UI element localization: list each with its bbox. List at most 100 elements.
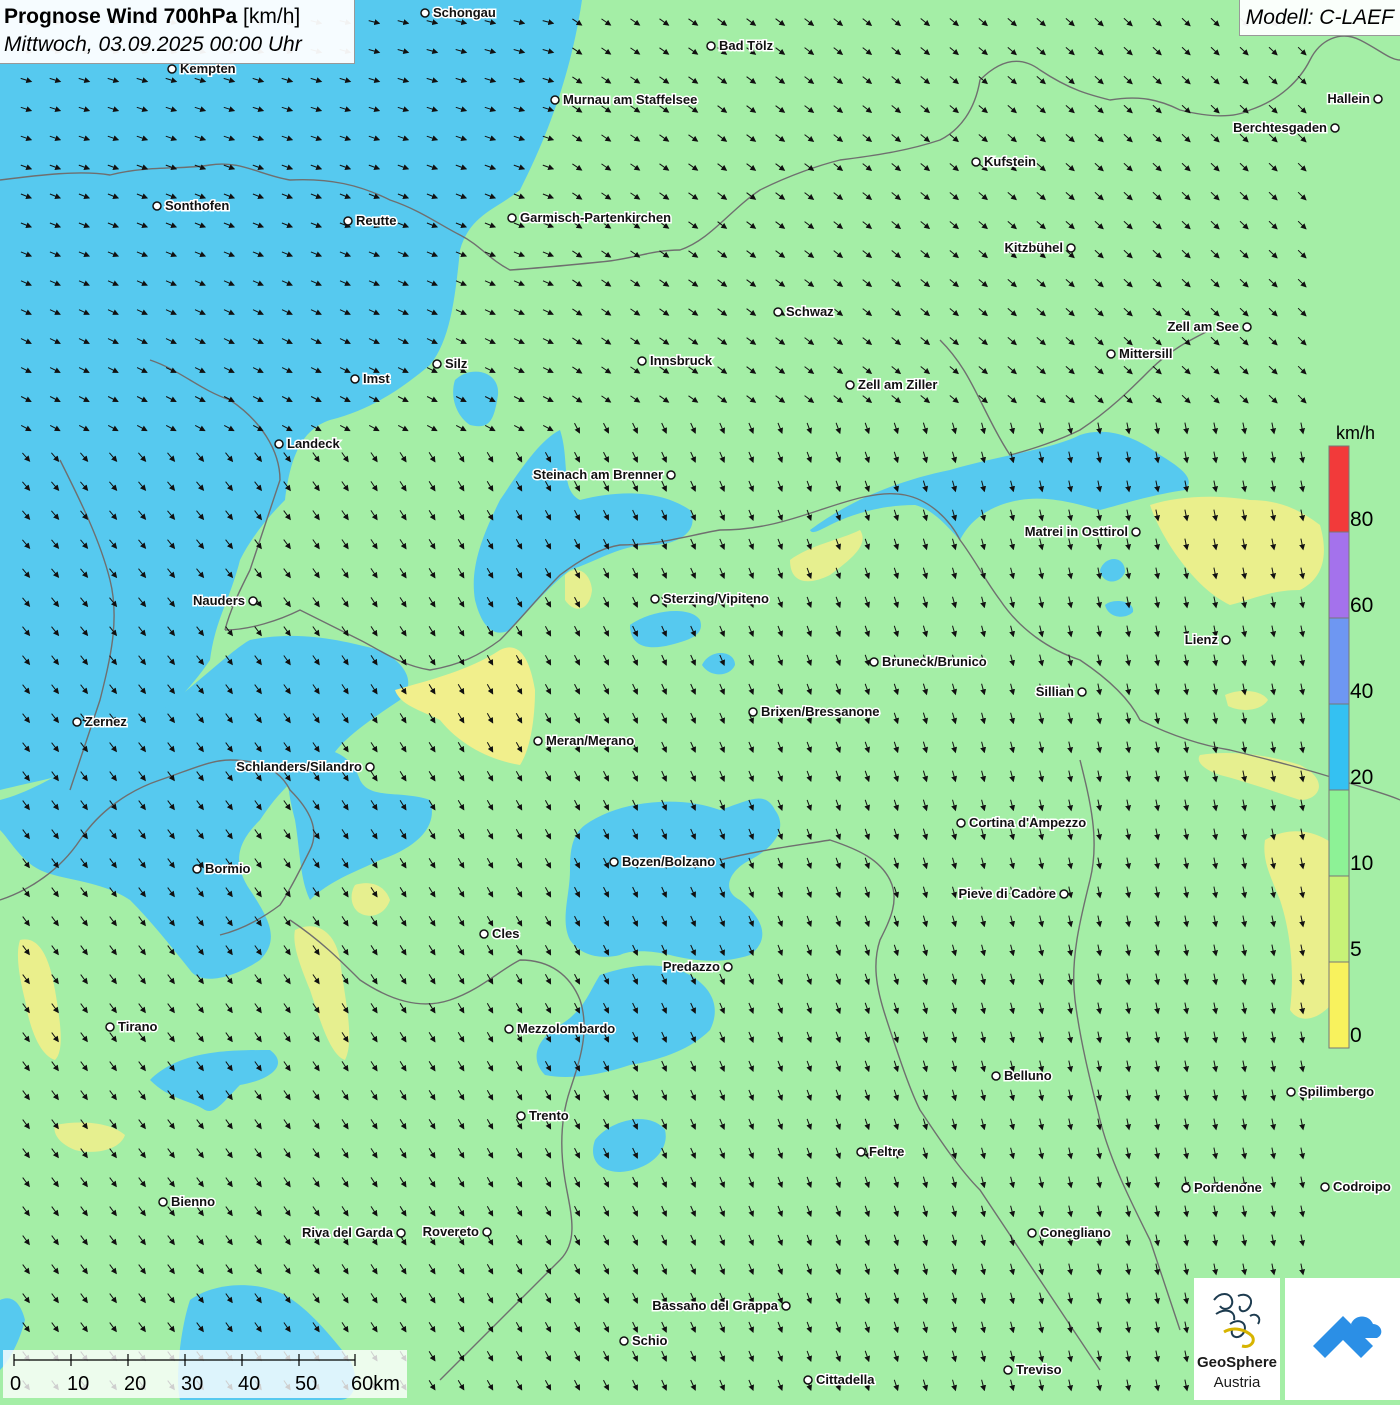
forecast-datetime: Mittwoch, 03.09.2025 00:00 Uhr <box>4 33 302 56</box>
city-dot <box>781 1301 791 1311</box>
city-label: Steinach am Brenner <box>533 467 663 482</box>
city-marker: Zell am See <box>1166 318 1252 336</box>
city-marker: Zell am Ziller <box>845 376 939 394</box>
legend-label: 20 <box>1350 766 1374 789</box>
city-dot <box>666 470 676 480</box>
city-label: Hallein <box>1327 91 1370 106</box>
city-dot <box>1059 889 1069 899</box>
city-marker: Pordenone <box>1181 1179 1263 1197</box>
city-dot <box>845 380 855 390</box>
city-label: Codroipo <box>1333 1179 1391 1194</box>
city-marker: Conegliano <box>1027 1224 1112 1242</box>
legend-swatch <box>1328 445 1350 533</box>
city-label: Conegliano <box>1040 1225 1111 1240</box>
legend-swatch <box>1328 531 1350 619</box>
city-dot <box>1286 1087 1296 1097</box>
city-marker: Sterzing/Vipiteno <box>650 590 770 608</box>
city-dot <box>1027 1228 1037 1238</box>
city-dot <box>1077 687 1087 697</box>
title-unit: [km/h] <box>243 5 301 28</box>
scale-bar <box>3 1350 407 1398</box>
city-dot <box>192 864 202 874</box>
legend-swatch <box>1328 875 1350 963</box>
city-dot <box>479 929 489 939</box>
city-label: Trento <box>529 1108 569 1123</box>
geosphere-emblem-icon <box>1213 1293 1261 1348</box>
city-label: Innsbruck <box>650 353 713 368</box>
city-label: Matrei in Osttirol <box>1025 524 1128 539</box>
city-dot <box>550 95 560 105</box>
city-dot <box>248 596 258 606</box>
city-label: Imst <box>363 371 390 386</box>
city-dot <box>1320 1182 1330 1192</box>
city-label: Reutte <box>356 213 396 228</box>
city-label: Kitzbühel <box>1005 240 1064 255</box>
legend-label: 10 <box>1350 852 1374 875</box>
scale-label: 10 <box>67 1373 90 1395</box>
city-label: Tirano <box>118 1019 158 1034</box>
city-label: Zell am Ziller <box>858 377 937 392</box>
city-dot <box>773 307 783 317</box>
city-dot <box>1330 123 1340 133</box>
city-dot <box>650 594 660 604</box>
scale-label: 60km <box>351 1373 400 1395</box>
city-label: Sterzing/Vipiteno <box>663 591 769 606</box>
city-dot <box>1221 635 1231 645</box>
city-label: Cortina d'Ampezzo <box>969 815 1086 830</box>
city-dot <box>1003 1365 1013 1375</box>
city-label: Pordenone <box>1194 1180 1262 1195</box>
city-label: Treviso <box>1016 1362 1062 1377</box>
map-title: Prognose Wind 700hPa [km/h] <box>4 5 300 29</box>
city-label: Kufstein <box>984 154 1036 169</box>
city-dot <box>637 356 647 366</box>
city-marker: Matrei in Osttirol <box>1023 523 1141 541</box>
geosphere-name: GeoSphere <box>1196 1354 1278 1371</box>
city-label: Bruneck/Brunico <box>882 654 987 669</box>
city-dot <box>72 717 82 727</box>
geosphere-country: Austria <box>1213 1374 1261 1391</box>
geosphere-logo: GeoSphere Austria <box>1194 1278 1280 1400</box>
city-label: Sonthofen <box>165 198 229 213</box>
city-marker: Schlanders/Silandro <box>235 758 375 776</box>
city-dot <box>533 736 543 746</box>
city-dot <box>504 1024 514 1034</box>
city-label: Garmisch-Partenkirchen <box>520 210 671 225</box>
title-bold: Prognose Wind 700hPa <box>4 5 238 28</box>
legend-label: 5 <box>1350 938 1362 961</box>
city-label: Bad Tölz <box>719 38 774 53</box>
city-marker: Pieve di Cadore <box>957 885 1069 903</box>
city-label: Cles <box>492 926 519 941</box>
city-label: Mezzolombardo <box>517 1021 615 1036</box>
city-label: Brixen/Bressanone <box>761 704 880 719</box>
city-marker: Berchtesgaden <box>1232 119 1340 137</box>
city-label: Predazzo <box>663 959 720 974</box>
city-dot <box>971 157 981 167</box>
legend-swatch <box>1328 617 1350 705</box>
city-dot <box>956 818 966 828</box>
city-label: Schongau <box>433 5 496 20</box>
city-dot <box>869 657 879 667</box>
legend-swatch <box>1328 789 1350 877</box>
city-dot <box>856 1147 866 1157</box>
city-dot <box>1373 94 1383 104</box>
scale-label: 0 <box>10 1373 22 1395</box>
legend-label: 60 <box>1350 594 1374 617</box>
city-label: Schwaz <box>786 304 834 319</box>
city-label: Bassano del Grappa <box>652 1298 778 1313</box>
city-dot <box>274 439 284 449</box>
city-marker: Bozen/Bolzano <box>609 853 717 871</box>
legend-unit: km/h <box>1336 423 1376 443</box>
cloud-arrow-icon <box>1313 1316 1382 1358</box>
city-dot <box>516 1111 526 1121</box>
city-label: Bozen/Bolzano <box>622 854 715 869</box>
city-label: Mittersill <box>1119 346 1172 361</box>
city-dot <box>396 1228 406 1238</box>
scale-bar-ruler <box>13 1354 356 1366</box>
city-label: Rovereto <box>423 1224 479 1239</box>
city-marker: Murnau am Staffelsee <box>550 91 699 109</box>
city-dot <box>723 962 733 972</box>
city-label: Murnau am Staffelsee <box>563 92 697 107</box>
city-label: Lienz <box>1185 632 1219 647</box>
city-marker: Steinach am Brenner <box>531 466 676 484</box>
city-dot <box>343 216 353 226</box>
